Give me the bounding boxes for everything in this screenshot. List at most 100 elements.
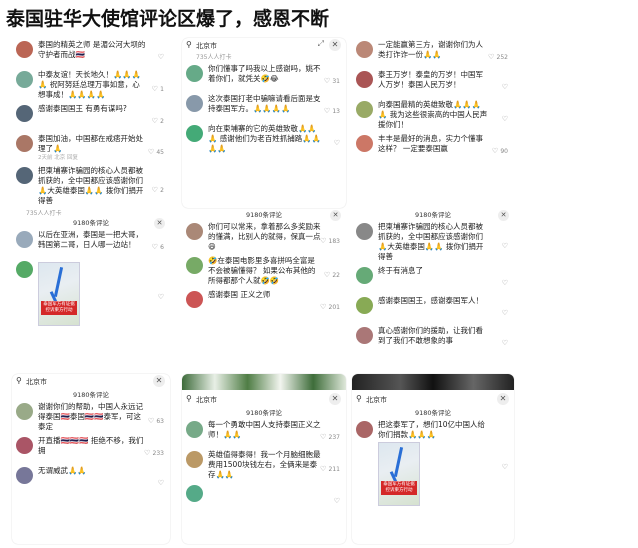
comment-count: 9180条评论 [245,409,283,417]
expand-icon[interactable]: ⤢ [318,39,324,49]
panel-header: ⚲ 北京市 ✕ [12,374,170,390]
like-button[interactable]: ♡ 6 [152,243,164,251]
comment-count: 9180条评论 ✕ [182,210,346,221]
heart-icon: ♡ [157,53,164,61]
comment-text: 真心感谢你们的援助，让我们看到了我们不敢想象的事 [378,326,483,345]
like-count: 201 [328,304,340,311]
like-button[interactable]: ♡ 2 [152,117,164,125]
comment-item: 🤣在泰国电影里多喜拼吗全富是不会被骗懂得？ 如果公布其他的所得都那个人就🤣🤣 ♡ … [182,254,346,288]
like-button[interactable]: ♡ 13 [324,107,340,115]
comment-panel-9: ⚲ 北京市 ✕ 9180条评论 把这泰军了，想们10亿中国人给你们捐款🙏🙏🙏 泰国… [352,374,514,544]
comment-text: 以后在亚洲，泰国是一把大哥，韩国第二哥，日人哪一边站！ [38,230,143,249]
avatar[interactable] [186,485,203,502]
avatar[interactable] [16,261,33,278]
comment-count: 9180条评论 ✕ [12,218,170,229]
comment-text: 这次泰国打老中骗嘛请看后面是支持泰国军方。🙏🙏🙏🙏 [208,94,321,113]
avatar[interactable] [16,105,33,122]
close-icon[interactable]: ✕ [497,393,509,405]
like-button[interactable]: ♡ 183 [320,237,340,245]
avatar[interactable] [356,71,373,88]
like-button[interactable]: ♡ [502,279,508,287]
avatar[interactable] [356,297,373,314]
avatar[interactable] [16,467,33,484]
like-button[interactable]: ♡ 211 [320,465,340,473]
like-count: 2 [160,187,164,194]
close-icon[interactable]: ✕ [153,375,165,387]
comment-item: 以后在亚洲，泰国是一把大哥，韩国第二哥，日人哪一边站！ ♡ 6 [12,228,170,258]
avatar[interactable] [186,257,203,274]
avatar[interactable] [186,65,203,82]
avatar[interactable] [186,291,203,308]
map-route [393,447,404,477]
like-button[interactable]: ♡ [502,463,508,471]
like-button[interactable]: ♡ 63 [148,417,164,425]
comment-item: 向泰国最精的英雄致敬🙏🙏🙏🙏 我为这些很崇高的中国人民声援你们！ ♡ [352,98,514,132]
avatar[interactable] [356,101,373,118]
map-image[interactable]: 泰国军方有证据控诉柬方行动 [38,262,80,326]
avatar[interactable] [16,437,33,454]
avatar[interactable] [186,451,203,468]
close-icon[interactable]: ✕ [329,393,341,405]
avatar[interactable] [186,223,203,240]
like-button[interactable]: ♡ [502,242,508,250]
comment-item: 把这泰军了，想们10亿中国人给你们捐款🙏🙏🙏 泰国军方有证据控诉柬方行动 ♡ [352,418,514,508]
heart-icon: ♡ [501,279,508,287]
like-button[interactable]: ♡ 90 [492,147,508,155]
heart-icon: ♡ [501,339,508,347]
like-button[interactable]: ♡ [502,115,508,123]
like-button[interactable]: ♡ [334,139,340,147]
avatar[interactable] [356,327,373,344]
heart-icon: ♡ [320,465,329,473]
avatar[interactable] [186,421,203,438]
avatar[interactable] [186,125,203,142]
heart-icon: ♡ [151,186,161,194]
like-button[interactable]: ♡ 22 [324,271,340,279]
like-button[interactable]: ♡ 237 [320,433,340,441]
comment-text: 感谢泰国国王，感谢泰国军人！ [378,296,483,305]
like-button[interactable]: ♡ [502,83,508,91]
like-count: 183 [328,238,340,245]
avatar[interactable] [356,135,373,152]
avatar[interactable] [186,95,203,112]
avatar[interactable] [16,135,33,152]
comment-item: ♡ [182,482,346,512]
comment-text: 感谢泰国国王 有勇有谋吗? [38,104,127,113]
comment-panel-6: 9180条评论 ✕ 把柬埔寨诈骗园的核心人员都被抓获的，全中国都应该感谢你们 🙏大… [352,210,514,370]
page-title: 泰国驻华大使馆评论区爆了，感恩不断 [6,8,330,30]
avatar[interactable] [16,41,33,58]
heart-icon: ♡ [320,237,329,245]
like-button[interactable]: ♡ [158,53,164,61]
like-button[interactable]: ♡ 2 [152,186,164,194]
close-icon[interactable]: ✕ [329,39,341,51]
avatar[interactable] [16,403,33,420]
like-button[interactable]: ♡ [334,497,340,505]
avatar[interactable] [16,71,33,88]
heart-icon: ♡ [151,85,161,93]
like-button[interactable]: ♡ 45 [148,148,164,156]
like-button[interactable]: ♡ [502,339,508,347]
comment-text: 把柬埔寨诈骗园的核心人员都被抓获的，全中国都应该感谢你们 🙏大英雄泰国🙏🙏 拨你… [38,166,144,205]
like-count: 2 [160,118,164,125]
avatar[interactable] [16,231,33,248]
avatar[interactable] [356,267,373,284]
like-count: 90 [500,148,508,155]
like-button[interactable]: ♡ 31 [324,77,340,85]
comment-item: 感谢泰国国王 有勇有谋吗? ♡ 2 [12,102,170,132]
heart-icon: ♡ [501,309,508,317]
like-count: 63 [156,418,164,425]
like-button[interactable]: ♡ [158,293,164,301]
like-button[interactable]: ♡ [502,309,508,317]
panel-header: ⚲ 北京市 ✕ [352,392,514,408]
like-button[interactable]: ♡ 1 [152,85,164,93]
comment-panel-8: ⚲ 北京市 ✕ 9180条评论 每一个勇敢中国人支持泰国正义之师！🙏🙏 ♡ 237… [182,374,346,544]
like-button[interactable]: ♡ 252 [488,53,508,61]
avatar[interactable] [16,167,33,184]
like-button[interactable]: ♡ [158,479,164,487]
avatar[interactable] [356,421,373,438]
like-count: 13 [332,108,340,115]
map-image[interactable]: 泰国军方有证据控诉柬方行动 [378,442,420,506]
like-button[interactable]: ♡ 201 [320,303,340,311]
avatar[interactable] [356,41,373,58]
like-button[interactable]: ♡ 233 [144,449,164,457]
avatar[interactable] [356,223,373,240]
